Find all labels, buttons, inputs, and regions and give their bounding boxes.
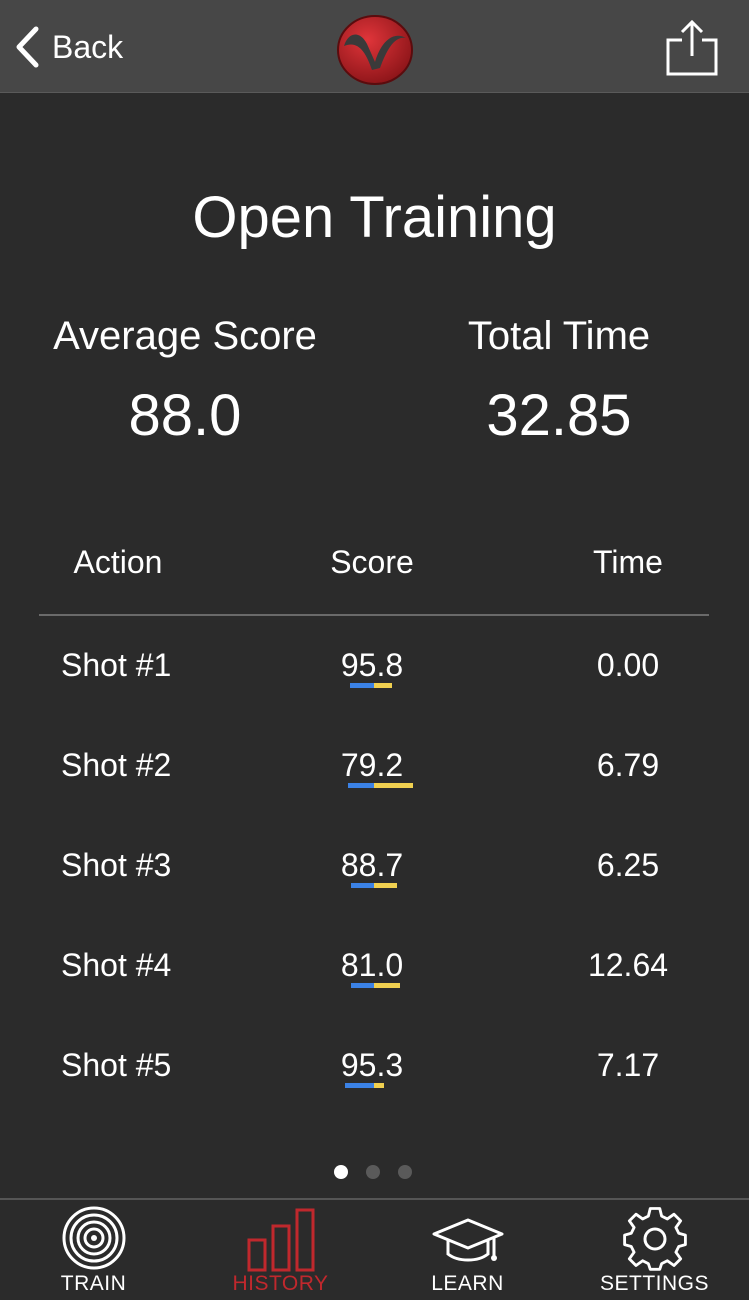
shot-time: 12.64	[587, 947, 669, 983]
score-bar-blue	[350, 683, 374, 688]
page-dot[interactable]	[398, 1165, 412, 1179]
graduation-cap-icon	[432, 1218, 503, 1262]
table-row[interactable]: Shot #4 81.0 12.64	[0, 947, 749, 1047]
tab-label: TRAIN	[60, 1272, 127, 1295]
score-bar-blue	[345, 1083, 374, 1088]
shot-score-bar	[351, 983, 400, 988]
shot-score: 79.2	[340, 747, 404, 783]
tab-label: SETTINGS	[599, 1272, 709, 1295]
score-bar-blue	[351, 983, 374, 988]
shot-time: 6.25	[596, 847, 660, 883]
shot-score-bar	[348, 783, 413, 788]
score-bar-yellow	[374, 683, 392, 688]
table-row[interactable]: Shot #2 79.2 6.79	[0, 747, 749, 847]
table-row[interactable]: Shot #5 95.3 7.17	[0, 1047, 749, 1147]
shot-time: 0.00	[596, 647, 660, 683]
total-time-label: Total Time	[467, 314, 651, 358]
table-row[interactable]: Shot #1 95.8 0.00	[0, 647, 749, 747]
page-dot[interactable]	[366, 1165, 380, 1179]
shot-score: 95.8	[340, 647, 404, 683]
shot-score-bar	[350, 683, 392, 688]
page-indicator[interactable]	[334, 1165, 412, 1179]
navigation-bar: Back	[0, 0, 749, 93]
total-time-value: 32.85	[486, 383, 632, 448]
back-button[interactable]: Back	[14, 24, 123, 70]
shot-action: Shot #1	[61, 647, 172, 683]
column-header-time: Time	[593, 544, 663, 580]
average-score-value: 88.0	[128, 383, 242, 448]
score-bar-yellow	[374, 883, 397, 888]
shot-score-bar	[345, 1083, 384, 1088]
bar-chart-icon	[247, 1208, 314, 1272]
score-bar-yellow	[374, 783, 413, 788]
shot-score-bar	[351, 883, 397, 888]
shot-action: Shot #2	[61, 747, 172, 783]
tab-bar: TRAIN HISTORY LEARN SETTINGS	[0, 1198, 749, 1300]
score-bar-blue	[348, 783, 374, 788]
tab-label: HISTORY	[232, 1272, 329, 1295]
shot-time: 6.79	[596, 747, 660, 783]
shot-time: 7.17	[596, 1047, 660, 1083]
tab-label: LEARN	[431, 1272, 504, 1295]
gear-icon	[622, 1207, 687, 1271]
chevron-left-icon	[16, 26, 39, 68]
header-divider	[39, 614, 709, 616]
tab-settings[interactable]: SETTINGS	[561, 1200, 748, 1300]
shot-score: 81.0	[340, 947, 404, 983]
tab-train[interactable]: TRAIN	[0, 1200, 187, 1300]
score-bar-yellow	[374, 1083, 384, 1088]
score-bar-yellow	[374, 983, 400, 988]
table-row[interactable]: Shot #3 88.7 6.25	[0, 847, 749, 947]
page-dot-active[interactable]	[334, 1165, 348, 1179]
back-label: Back	[52, 28, 124, 65]
shot-action: Shot #5	[61, 1047, 172, 1083]
shot-action: Shot #4	[61, 947, 172, 983]
target-icon	[62, 1206, 125, 1270]
tab-learn[interactable]: LEARN	[374, 1200, 561, 1300]
score-bar-blue	[351, 883, 374, 888]
share-icon[interactable]	[664, 18, 720, 78]
column-header-score: Score	[330, 544, 414, 580]
shot-action: Shot #3	[61, 847, 172, 883]
shot-score: 95.3	[340, 1047, 404, 1083]
brand-logo-icon	[337, 15, 413, 85]
tab-history[interactable]: HISTORY	[187, 1200, 374, 1300]
column-header-action: Action	[73, 544, 163, 580]
shot-score: 88.7	[340, 847, 404, 883]
page-title: Open Training	[192, 185, 557, 250]
average-score-label: Average Score	[53, 314, 317, 358]
